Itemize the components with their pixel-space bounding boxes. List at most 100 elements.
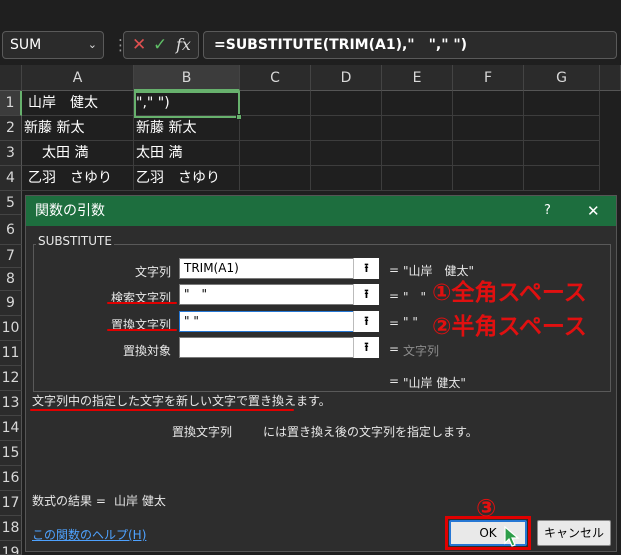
arg-eq: = bbox=[389, 289, 400, 303]
overall-eq: = bbox=[389, 374, 400, 388]
formula-result-value: 山岸 健太 bbox=[114, 494, 166, 508]
column-header-a[interactable]: A bbox=[22, 65, 134, 91]
arg-description-name: 置換文字列 bbox=[172, 425, 233, 439]
row-header-13[interactable]: 13 bbox=[0, 391, 22, 416]
arg-result-new-text: " " bbox=[403, 315, 418, 329]
cell-a2[interactable]: 新藤 新太 bbox=[22, 116, 134, 141]
row-header-15[interactable]: 15 bbox=[0, 441, 22, 466]
cell-g1[interactable] bbox=[524, 91, 600, 116]
arg-result-instance-num: 文字列 bbox=[403, 344, 440, 358]
formula-input[interactable]: =SUBSTITUTE(TRIM(A1)," "," ") bbox=[203, 31, 617, 59]
underline-description bbox=[30, 409, 294, 411]
mouse-cursor-icon bbox=[504, 526, 520, 547]
function-help-link[interactable]: この関数のヘルプ(H) bbox=[32, 526, 146, 543]
cell-d4[interactable] bbox=[311, 166, 382, 191]
insert-function-icon[interactable]: fx bbox=[176, 35, 191, 54]
row-header-17[interactable]: 17 bbox=[0, 491, 22, 516]
cell-e2[interactable] bbox=[382, 116, 453, 141]
column-header-c[interactable]: C bbox=[240, 65, 311, 91]
row-header-8[interactable]: 8 bbox=[0, 268, 22, 291]
formula-result-label: 数式の結果 = bbox=[32, 494, 106, 508]
row-header-3[interactable]: 3 bbox=[0, 141, 22, 166]
cell-f3[interactable] bbox=[453, 141, 524, 166]
arg-input-find-text[interactable]: " " bbox=[179, 284, 379, 305]
cell-g2[interactable] bbox=[524, 116, 600, 141]
annotation-full-width-space: ①全角スペース bbox=[432, 280, 587, 306]
confirm-entry-icon[interactable]: ✓ bbox=[153, 35, 167, 55]
row-header-6[interactable]: 6 bbox=[0, 215, 22, 245]
cell-b4[interactable]: 乙羽 さゆり bbox=[134, 166, 240, 191]
cell-d2[interactable] bbox=[311, 116, 382, 141]
formula-bar-buttons: ✕ ✓ fx bbox=[123, 31, 199, 59]
cell-a3[interactable]: 太田 満 bbox=[22, 141, 134, 166]
column-header-e[interactable]: E bbox=[382, 65, 453, 91]
dialog-titlebar[interactable]: 関数の引数 ? ✕ bbox=[26, 196, 616, 226]
cell-c1[interactable] bbox=[240, 91, 311, 116]
cell-c2[interactable] bbox=[240, 116, 311, 141]
arg-input-instance-num[interactable] bbox=[179, 337, 379, 358]
arg-input-text[interactable]: TRIM(A1) bbox=[179, 258, 379, 279]
row-header-7[interactable]: 7 bbox=[0, 245, 22, 268]
cell-a1[interactable]: 山岸 健太 bbox=[22, 91, 134, 116]
fill-handle[interactable] bbox=[236, 114, 242, 120]
arg-eq: = bbox=[389, 316, 400, 330]
column-header-d[interactable]: D bbox=[311, 65, 382, 91]
dialog-title: 関数の引数 bbox=[35, 203, 105, 219]
function-arguments-dialog: 関数の引数 ? ✕ SUBSTITUTE 文字列 TRIM(A1) ⭱ = "山… bbox=[25, 195, 617, 552]
row-header-1[interactable]: 1 bbox=[0, 91, 22, 116]
column-header-g[interactable]: G bbox=[524, 65, 600, 91]
row-header-10[interactable]: 10 bbox=[0, 316, 22, 341]
cell-d3[interactable] bbox=[311, 141, 382, 166]
name-box-value: SUM bbox=[10, 37, 42, 53]
row-header-19[interactable]: 19 bbox=[0, 541, 22, 555]
cell-g3[interactable] bbox=[524, 141, 600, 166]
name-box[interactable]: SUM ⌄ bbox=[2, 31, 104, 59]
select-all-corner[interactable] bbox=[0, 65, 22, 91]
collapse-dialog-icon[interactable]: ⭱ bbox=[353, 311, 379, 332]
chevron-down-icon[interactable]: ⌄ bbox=[88, 32, 97, 58]
underline-find-text bbox=[107, 302, 177, 304]
cell-g4[interactable] bbox=[524, 166, 600, 191]
row-header-5[interactable]: 5 bbox=[0, 191, 22, 215]
cell-e4[interactable] bbox=[382, 166, 453, 191]
cell-b3[interactable]: 太田 満 bbox=[134, 141, 240, 166]
arg-label-text: 文字列 bbox=[134, 265, 171, 279]
cell-c4[interactable] bbox=[240, 166, 311, 191]
cell-b2[interactable]: 新藤 新太 bbox=[134, 116, 240, 141]
arg-input-new-text[interactable]: " " bbox=[179, 311, 379, 332]
row-header-14[interactable]: 14 bbox=[0, 416, 22, 441]
arg-label-instance-num: 置換対象 bbox=[122, 344, 171, 358]
cell-a4[interactable]: 乙羽 さゆり bbox=[22, 166, 134, 191]
arg-result-find-text: " " bbox=[403, 290, 427, 304]
row-header-11[interactable]: 11 bbox=[0, 341, 22, 366]
row-header-18[interactable]: 18 bbox=[0, 516, 22, 541]
active-cell-border bbox=[134, 91, 242, 120]
column-header-f[interactable]: F bbox=[453, 65, 524, 91]
collapse-dialog-icon[interactable]: ⭱ bbox=[353, 337, 379, 358]
cell-c3[interactable] bbox=[240, 141, 311, 166]
cell-e1[interactable] bbox=[382, 91, 453, 116]
collapse-dialog-icon[interactable]: ⭱ bbox=[353, 258, 379, 279]
close-icon[interactable]: ✕ bbox=[587, 196, 600, 226]
row-header-9[interactable]: 9 bbox=[0, 291, 22, 316]
column-header-h[interactable] bbox=[600, 65, 621, 91]
row-header-4[interactable]: 4 bbox=[0, 166, 22, 191]
cell-f4[interactable] bbox=[453, 166, 524, 191]
cell-f2[interactable] bbox=[453, 116, 524, 141]
row-header-2[interactable]: 2 bbox=[0, 116, 22, 141]
cancel-entry-icon[interactable]: ✕ bbox=[132, 35, 146, 55]
annotation-half-width-space: ②半角スペース bbox=[432, 314, 587, 340]
column-header-b[interactable]: B bbox=[134, 65, 240, 91]
help-icon[interactable]: ? bbox=[544, 196, 551, 226]
row-header-16[interactable]: 16 bbox=[0, 466, 22, 491]
row-header-12[interactable]: 12 bbox=[0, 366, 22, 391]
cell-f1[interactable] bbox=[453, 91, 524, 116]
arg-eq: = bbox=[389, 263, 400, 277]
function-description: 文字列中の指定した文字を新しい文字で置き換えます。 bbox=[32, 394, 331, 408]
cell-d1[interactable] bbox=[311, 91, 382, 116]
annotation-step3: ③ bbox=[476, 494, 497, 522]
underline-new-text bbox=[107, 329, 177, 331]
collapse-dialog-icon[interactable]: ⭱ bbox=[353, 284, 379, 305]
cancel-button[interactable]: キャンセル bbox=[537, 520, 611, 546]
cell-e3[interactable] bbox=[382, 141, 453, 166]
